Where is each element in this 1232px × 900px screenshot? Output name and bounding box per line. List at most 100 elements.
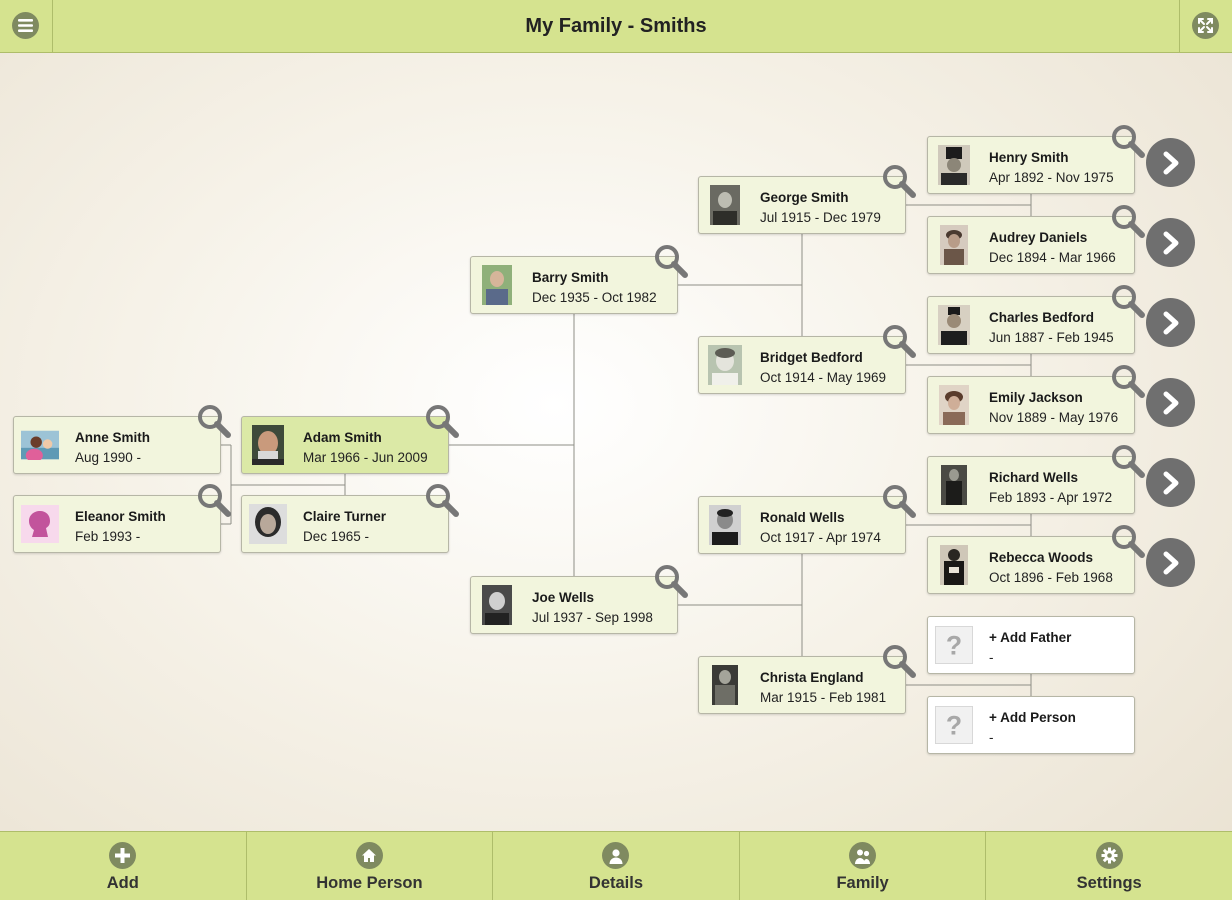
person-name: Bridget Bedford [760,350,863,365]
photo-richard [935,464,973,506]
photo-claire [249,503,287,545]
photo-george [706,184,744,226]
person-card-ronald[interactable]: Ronald Wells Oct 1917 - Apr 1974 [698,485,916,554]
search-person-button[interactable] [1110,283,1146,324]
next-generation-button-charles[interactable] [1146,298,1195,347]
chevron-right-icon [1163,311,1178,334]
chevron-right-icon [1163,391,1178,414]
person-icon [602,842,630,869]
next-generation-button-emily[interactable] [1146,378,1195,427]
person-card-rebecca[interactable]: Rebecca Woods Oct 1896 - Feb 1968 [927,525,1145,594]
person-name: Rebecca Woods [989,550,1094,565]
chevron-right-icon [1163,551,1178,574]
person-card-richard[interactable]: Richard Wells Feb 1893 - Apr 1972 [927,445,1145,514]
person-card-henry[interactable]: Henry Smith Apr 1892 - Nov 1975 [927,125,1145,194]
search-person-button[interactable] [1110,523,1146,564]
person-name: Henry Smith [989,150,1069,165]
person-name: George Smith [760,190,849,205]
bottom-tab-bar: Add Home Person Details Family Settings [0,831,1232,900]
person-dates: Oct 1896 - Feb 1968 [989,570,1113,585]
person-card-christa[interactable]: Christa England Mar 1915 - Feb 1981 [698,645,916,714]
search-person-button[interactable] [1110,443,1146,484]
search-person-button[interactable] [653,563,689,604]
photo-bridget [706,344,744,386]
search-person-button[interactable] [881,483,917,524]
tab-settings[interactable]: Settings [986,832,1232,900]
add-person-card[interactable]: ? + Add Person - [927,696,1135,754]
tab-details[interactable]: Details [493,832,740,900]
next-generation-button-henry[interactable] [1146,138,1195,187]
photo-adam [249,424,287,466]
person-dates: - [989,730,994,745]
photo-emily [935,384,973,426]
tab-family[interactable]: Family [740,832,987,900]
person-dates: Nov 1889 - May 1976 [989,410,1119,425]
home-icon [355,842,383,869]
search-person-button[interactable] [881,163,917,204]
magnifier-icon [426,405,459,438]
chevron-right-icon [1163,231,1178,254]
gear-icon [1095,842,1123,869]
person-card-emily[interactable]: Emily Jackson Nov 1889 - May 1976 [927,365,1145,434]
tab-label: Add [106,874,139,892]
plus-icon [109,842,137,869]
next-generation-button-rebecca[interactable] [1146,538,1195,587]
magnifier-icon [198,484,231,517]
search-person-button[interactable] [196,482,232,523]
photo-barry [478,264,516,306]
add-father-card[interactable]: ? + Add Father - [927,616,1135,674]
search-person-button[interactable] [653,243,689,284]
person-name: Christa England [760,670,864,685]
tab-home-person[interactable]: Home Person [247,832,494,900]
person-name: Anne Smith [75,430,151,445]
tab-label: Details [588,874,644,892]
person-card-adam[interactable]: Adam Smith Mar 1966 - Jun 2009 [241,405,459,474]
person-name: Charles Bedford [989,310,1095,325]
person-card-charles[interactable]: Charles Bedford Jun 1887 - Feb 1945 [927,285,1145,354]
person-card-barry[interactable]: Barry Smith Dec 1935 - Oct 1982 [470,245,688,314]
person-name: Adam Smith [303,430,382,445]
person-card-eleanor[interactable]: Eleanor Smith Feb 1993 - [13,484,231,553]
person-dates: Apr 1892 - Nov 1975 [989,170,1114,185]
magnifier-icon [883,645,916,678]
search-person-button[interactable] [1110,363,1146,404]
tab-add[interactable]: Add [0,832,247,900]
svg-text:?: ? [946,711,962,741]
magnifier-icon [883,325,916,358]
chevron-right-icon [1163,471,1178,494]
person-card-claire[interactable]: Claire Turner Dec 1965 - [241,484,459,553]
person-name: Barry Smith [532,270,609,285]
magnifier-icon [883,165,916,198]
photo-christa [706,664,744,706]
search-person-button[interactable] [1110,123,1146,164]
person-dates: Mar 1915 - Feb 1981 [760,690,887,705]
person-dates: Jun 1887 - Feb 1945 [989,330,1114,345]
person-name: Richard Wells [989,470,1079,485]
search-person-button[interactable] [424,482,460,523]
person-dates: Oct 1914 - May 1969 [760,370,887,385]
magnifier-icon [1112,445,1145,478]
search-person-button[interactable] [196,403,232,444]
next-generation-button-audrey[interactable] [1146,218,1195,267]
magnifier-icon [1112,205,1145,238]
person-name: Eleanor Smith [75,509,166,524]
person-dates: Dec 1935 - Oct 1982 [532,290,657,305]
next-generation-button-richard[interactable] [1146,458,1195,507]
photo-ronald [706,504,744,546]
person-dates: - [989,650,994,665]
photo-silhouette [21,503,59,545]
search-person-button[interactable] [424,403,460,444]
person-card-anne[interactable]: Anne Smith Aug 1990 - [13,405,231,474]
add-person-label: + Add Person [989,710,1076,725]
search-person-button[interactable] [881,643,917,684]
photo-audrey [935,224,973,266]
person-name: Joe Wells [532,590,595,605]
person-card-bridget[interactable]: Bridget Bedford Oct 1914 - May 1969 [698,325,916,394]
search-person-button[interactable] [1110,203,1146,244]
person-card-george[interactable]: George Smith Jul 1915 - Dec 1979 [698,165,916,234]
unknown-person-icon: ? [935,704,973,746]
person-card-audrey[interactable]: Audrey Daniels Dec 1894 - Mar 1966 [927,205,1145,274]
person-card-joe[interactable]: Joe Wells Jul 1937 - Sep 1998 [470,565,688,634]
photo-henry [935,144,973,186]
search-person-button[interactable] [881,323,917,364]
